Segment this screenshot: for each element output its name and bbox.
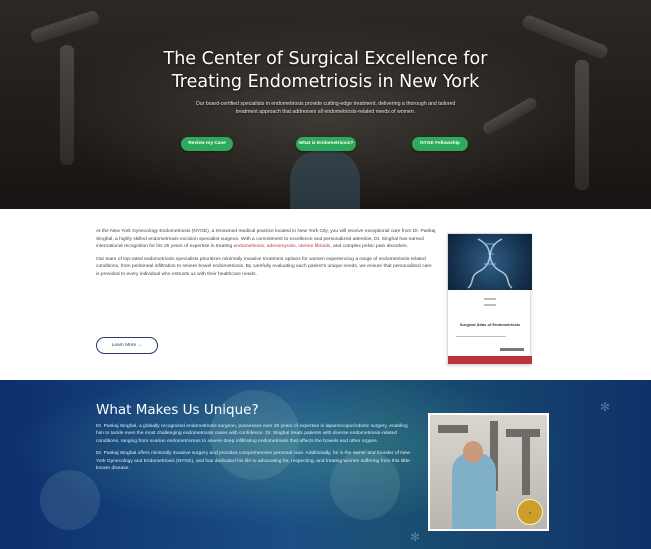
award-badge-icon: ★ [517, 499, 543, 525]
molecule-icon: ✻ [410, 530, 421, 544]
doctor-photo: ★ [428, 413, 549, 531]
hero-title: The Center of Surgical Excellence for Tr… [0, 48, 651, 94]
doctor-head [463, 441, 483, 463]
intro-section: At the New York Gynecology Endometriosis… [0, 209, 651, 380]
hero-section: The Center of Surgical Excellence for Tr… [0, 0, 651, 209]
unique-section: ✻ ✻ What Makes Us Unique? Dr. Pankaj Sin… [0, 380, 651, 549]
robot-arm-decoration [438, 425, 468, 433]
intro-text: At the New York Gynecology Endometriosis… [96, 228, 436, 284]
nyge-fellowship-button[interactable]: NYGE Fellowship [412, 137, 468, 151]
intro-p1-end: and complex pelvic pain disorders. [331, 244, 409, 250]
publisher-logo [500, 348, 524, 351]
learn-more-button[interactable]: Learn More → [96, 337, 158, 354]
book-cover-image[interactable]: Surgical Atlas of Endometriosis [447, 233, 532, 365]
hero-title-line1: The Center of Surgical Excellence for [163, 49, 488, 69]
dna-illustration [448, 234, 532, 290]
cell-decoration [40, 470, 100, 530]
intro-paragraph-2: Our team of top-rated endometriosis spec… [96, 256, 432, 277]
molecule-icon: ✻ [600, 400, 611, 414]
unique-text: Dr. Pankaj Singhal, a globally recognize… [96, 423, 412, 477]
hero-title-line2: Treating Endometriosis in New York [171, 72, 480, 92]
book-red-band [448, 356, 532, 364]
review-my-case-button[interactable]: Review my Case [181, 137, 233, 151]
unique-paragraph-2: Dr. Pankaj Singhal offers minimally inva… [96, 451, 412, 472]
book-title: Surgical Atlas of Endometriosis [459, 322, 521, 327]
robot-arm-decoration [522, 435, 530, 495]
doctor-figure [452, 453, 496, 529]
condition-links[interactable]: endometriosis, adenomyosis, uterine fibr… [234, 244, 332, 249]
what-is-endometriosis-button[interactable]: What is Endometriosis? [296, 137, 356, 151]
book-text-line [484, 298, 496, 300]
intro-paragraph-1: At the New York Gynecology Endometriosis… [96, 228, 436, 251]
book-text-line [456, 336, 506, 337]
dna-helix-icon [467, 238, 513, 289]
unique-title: What Makes Us Unique? [96, 402, 259, 418]
hero-subtitle: Our board-certified specialists in endom… [195, 101, 456, 115]
unique-paragraph-1: Dr. Pankaj Singhal, a globally recognize… [96, 424, 408, 444]
book-text-line [484, 304, 496, 306]
